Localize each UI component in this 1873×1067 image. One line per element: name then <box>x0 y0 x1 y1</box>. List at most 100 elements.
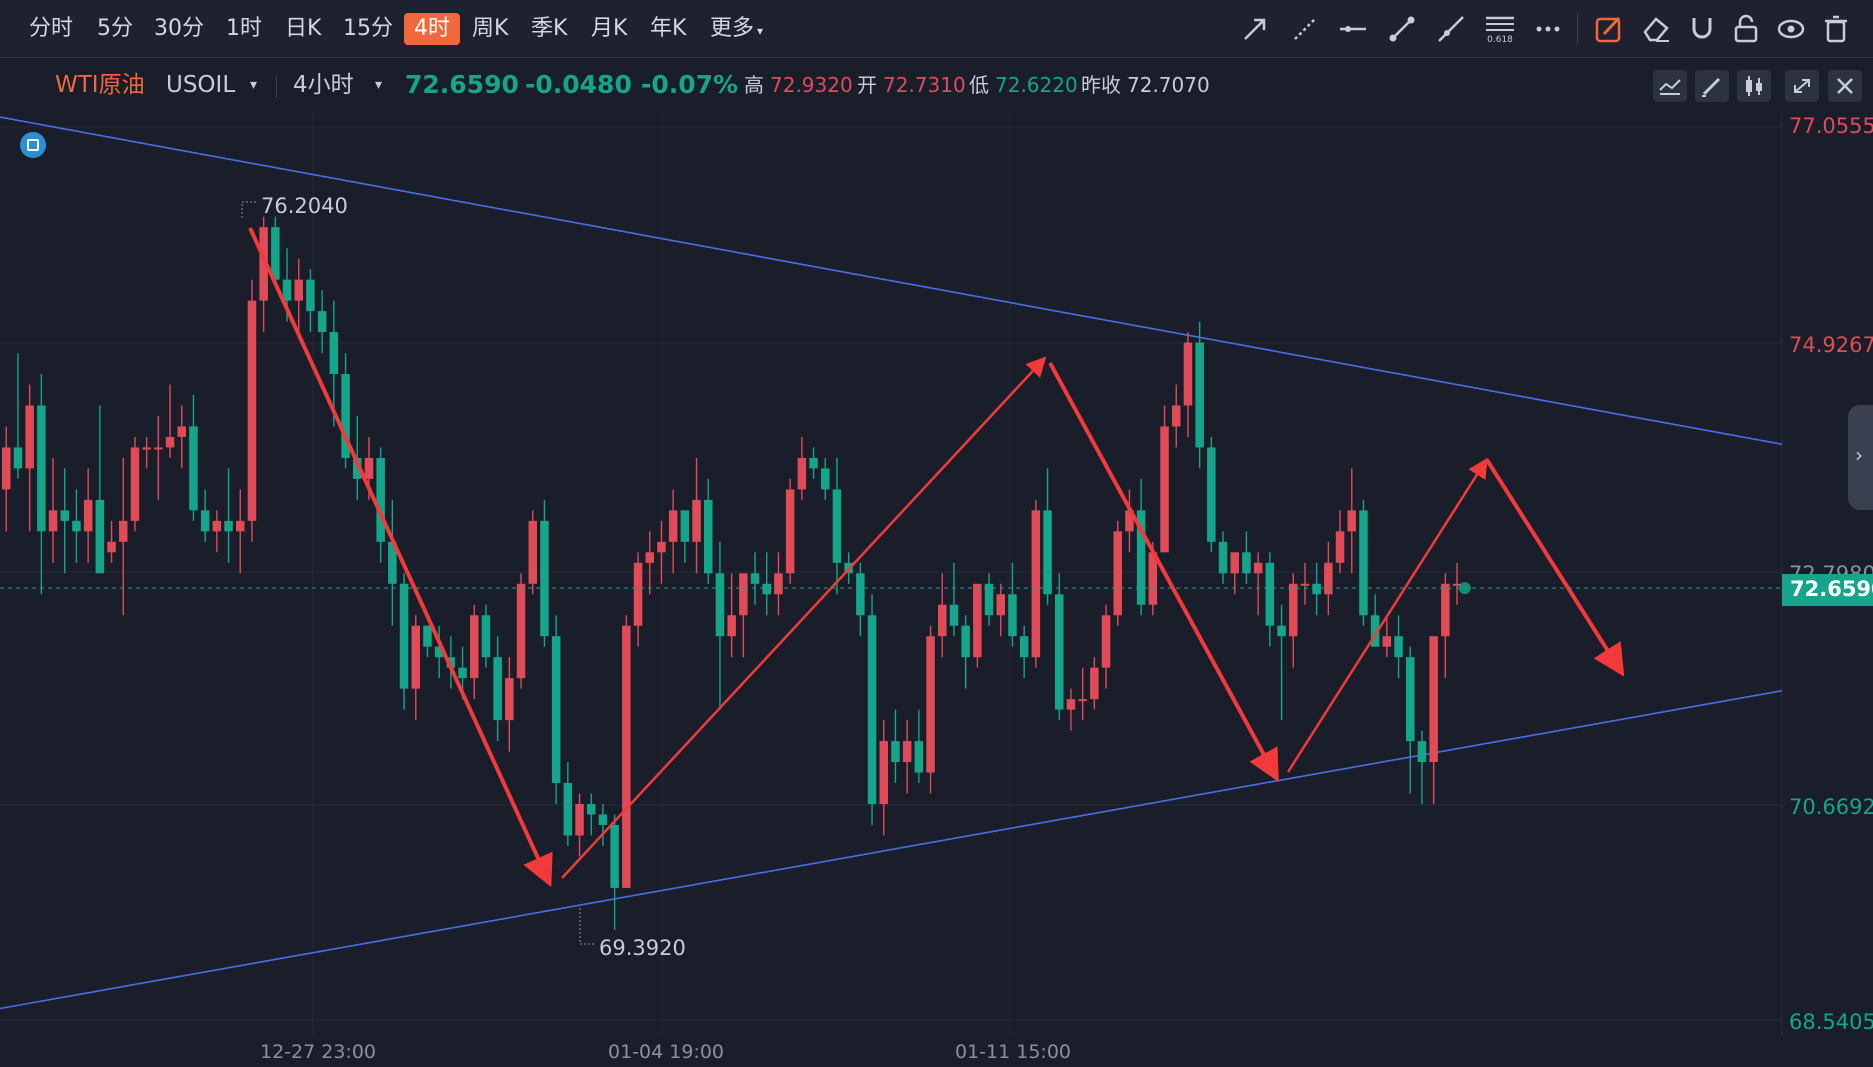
candle-body <box>856 573 865 616</box>
candles-group <box>2 216 1462 930</box>
candle <box>645 531 654 595</box>
candle <box>1277 604 1286 721</box>
candle-body <box>797 457 807 490</box>
candle <box>1066 688 1076 731</box>
candle-body <box>1101 615 1111 668</box>
candle-body <box>165 436 175 448</box>
candle-body <box>247 300 257 521</box>
candle-body <box>657 541 666 553</box>
candle-body <box>750 573 760 584</box>
candle <box>540 499 549 647</box>
candle <box>224 468 233 563</box>
price-tick-2: 74.9267 <box>1789 333 1873 357</box>
candle <box>1172 384 1181 448</box>
candle <box>1136 478 1146 616</box>
candle-body <box>130 447 140 521</box>
candle-body <box>177 426 186 437</box>
candle-body <box>224 520 233 532</box>
candle <box>1113 520 1122 626</box>
candle <box>294 258 303 333</box>
candle <box>867 594 877 825</box>
candle-body <box>37 405 46 532</box>
candle-body <box>821 468 830 490</box>
candle-body <box>306 279 315 312</box>
candle-body <box>879 741 888 805</box>
candlestick-chart[interactable] <box>0 0 1873 1067</box>
candle-body <box>610 824 619 888</box>
candle-body <box>1300 583 1310 586</box>
candle <box>587 793 596 836</box>
candle <box>154 415 163 500</box>
candle-body <box>1441 583 1450 637</box>
candle-body <box>575 804 584 836</box>
candle <box>1265 552 1275 647</box>
forecast-arrow-0 <box>248 227 553 888</box>
candle-body <box>598 814 608 825</box>
candle <box>177 405 186 469</box>
candle <box>83 468 93 563</box>
candle <box>961 615 970 689</box>
candle <box>505 657 514 752</box>
candle <box>2 426 11 532</box>
candle <box>902 720 912 794</box>
candle <box>774 552 783 616</box>
side-panel-toggle[interactable]: › <box>1848 405 1873 510</box>
candle-body <box>2 447 11 490</box>
candle <box>598 804 608 846</box>
candle-body <box>95 499 105 574</box>
candle <box>1347 468 1356 574</box>
candle <box>704 478 713 584</box>
price-tick-4: 70.6692 <box>1789 795 1873 819</box>
candle-body <box>1335 531 1345 563</box>
current-price-label: 72.6590 <box>1790 577 1873 601</box>
candle <box>1019 625 1029 679</box>
candle-body <box>902 741 912 763</box>
candle-body <box>1172 405 1181 427</box>
candle-body <box>563 783 573 836</box>
candle-body <box>1406 657 1415 742</box>
candle-body <box>1324 562 1333 595</box>
candle-body <box>540 520 549 637</box>
candle-body <box>938 604 947 637</box>
current-price-tag: 72.6590 <box>1782 574 1873 606</box>
candle <box>1008 562 1017 647</box>
candle-body <box>973 583 982 658</box>
candle <box>785 478 795 584</box>
high-marker: 76.2040 <box>261 194 348 218</box>
candle-body <box>949 604 959 626</box>
candle <box>821 457 830 500</box>
candle-body <box>1289 583 1298 637</box>
candle <box>1394 615 1403 679</box>
candle <box>1043 468 1052 605</box>
low-marker: 69.3920 <box>599 936 686 960</box>
candle-body <box>376 457 385 542</box>
candle <box>563 762 573 846</box>
candle <box>668 489 678 574</box>
candle <box>750 552 760 605</box>
candle-body <box>774 573 783 595</box>
candle-body <box>914 741 924 773</box>
candle <box>973 583 982 668</box>
candle-body <box>411 625 420 689</box>
candle-body <box>1253 562 1263 574</box>
candle <box>657 520 666 584</box>
candle <box>1090 657 1099 710</box>
candle <box>1441 573 1450 679</box>
candle-body <box>551 636 561 784</box>
candle-body <box>1090 667 1099 700</box>
candle-body <box>1008 594 1017 637</box>
candle <box>1125 489 1134 553</box>
candle <box>165 384 175 458</box>
candle <box>739 573 748 658</box>
candle <box>575 793 584 857</box>
candle-body <box>1019 636 1029 658</box>
candle-body <box>1031 510 1041 658</box>
candle-body <box>60 510 69 521</box>
candle-body <box>692 499 701 542</box>
candle <box>891 709 900 784</box>
candle <box>938 573 947 658</box>
candle-body <box>481 615 491 658</box>
candle <box>200 489 210 542</box>
candle <box>37 374 46 595</box>
candle-body <box>645 552 654 563</box>
